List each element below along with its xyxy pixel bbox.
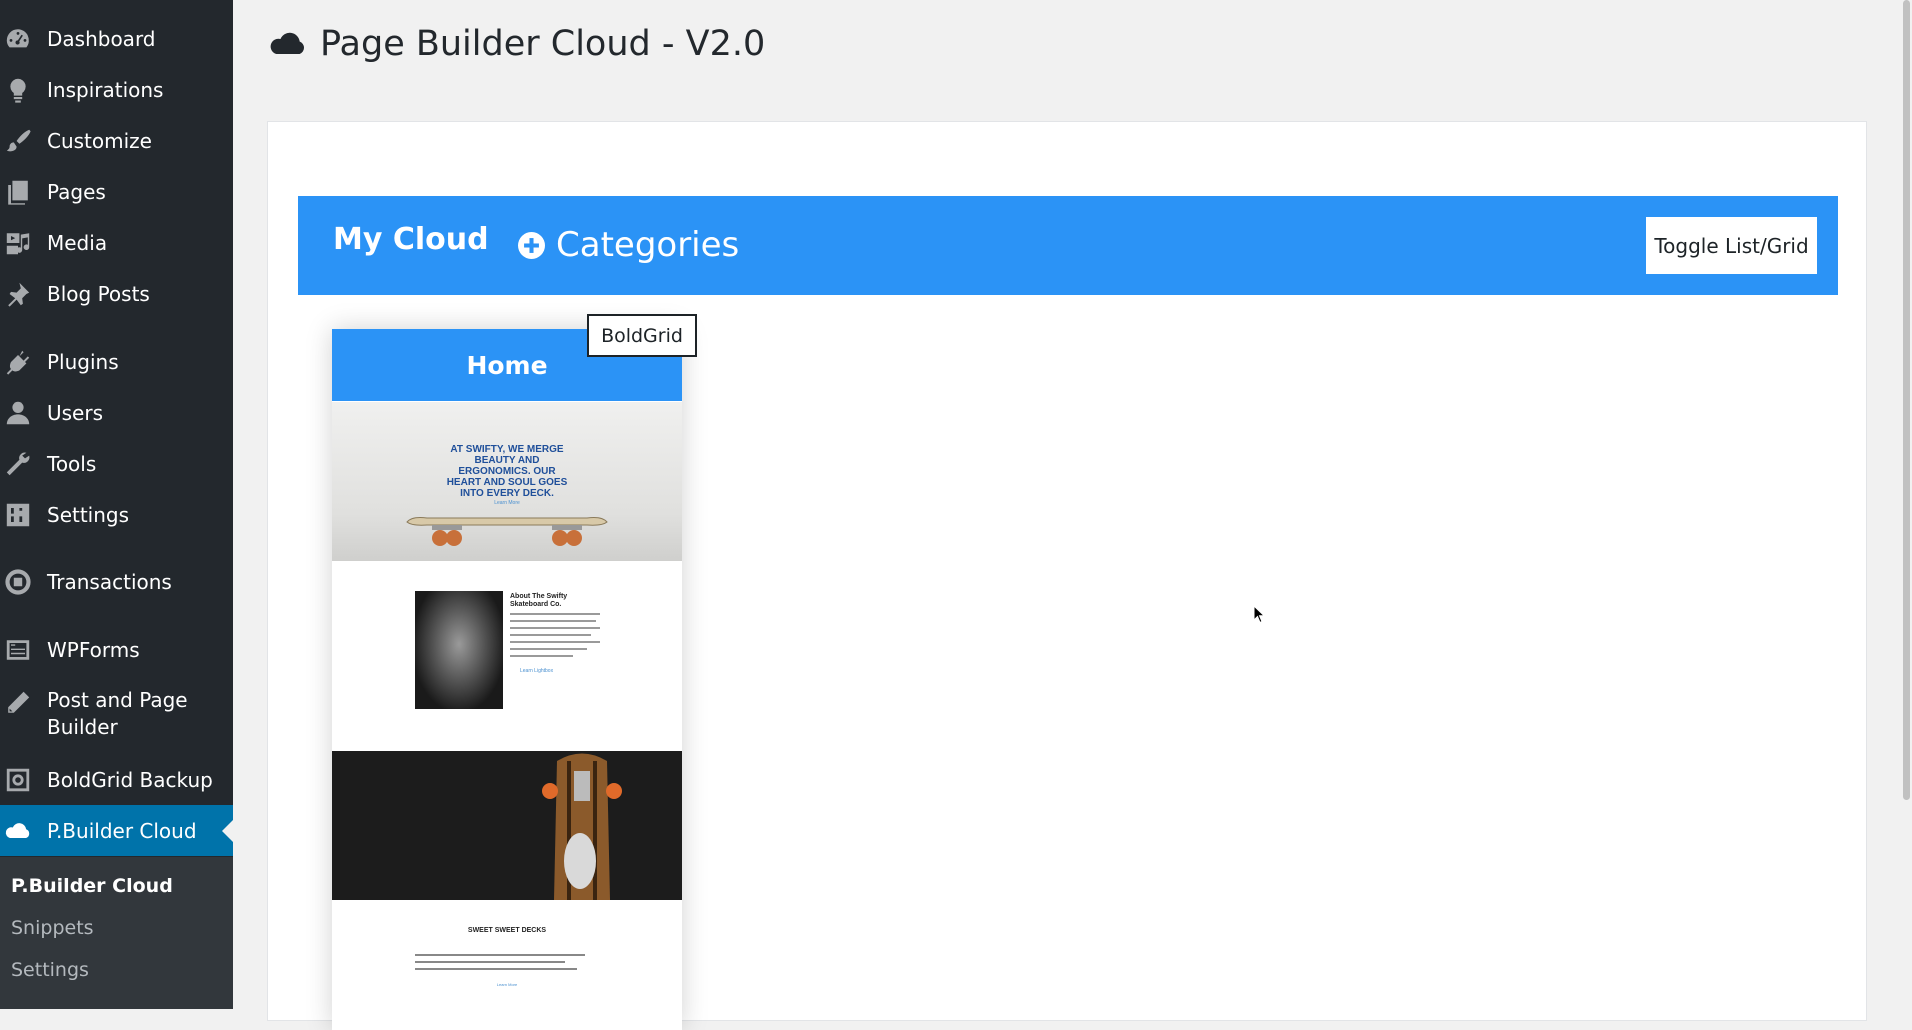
cloud-toolbar: My Cloud Categories Toggle List/Grid <box>298 196 1838 295</box>
sidebar-item-label: Users <box>47 400 104 425</box>
sidebar-item-settings[interactable]: Settings <box>0 489 233 540</box>
categories-label: Categories <box>556 225 740 265</box>
sidebar-item-label: Pages <box>47 179 106 204</box>
sidebar-item-label: Inspirations <box>47 77 164 102</box>
sidebar-item-plugins[interactable]: Plugins <box>0 336 233 387</box>
sidebar-item-tools[interactable]: Tools <box>0 438 233 489</box>
longboard-image <box>542 753 622 900</box>
active-indicator <box>222 819 233 842</box>
sidebar-item-label: Dashboard <box>47 26 156 51</box>
hero-line: ERGONOMICS. OUR <box>458 466 556 477</box>
mouse-cursor-icon <box>1253 605 1266 624</box>
submenu-pbuilder-cloud[interactable]: P.Builder Cloud <box>11 875 173 897</box>
hero-line: BEAUTY AND <box>474 455 540 466</box>
sidebar-item-label: Tools <box>47 451 97 476</box>
sidebar-item-boldgrid-backup[interactable]: BoldGrid Backup <box>0 754 233 805</box>
preview-skateboard-section <box>332 751 682 900</box>
forms-icon <box>2 634 34 666</box>
sidebar-submenu: P.Builder Cloud Snippets Settings <box>0 857 233 1009</box>
sidebar-item-label: Settings <box>47 502 130 527</box>
page-scrollbar[interactable] <box>1900 0 1912 1009</box>
portrait-image <box>415 591 503 709</box>
page-title: Page Builder Cloud - V2.0 <box>268 24 765 64</box>
sidebar-item-label: Transactions <box>47 569 172 594</box>
hero-link: Learn More <box>494 500 520 506</box>
about-heading-line: Skateboard Co. <box>510 601 562 608</box>
my-cloud-link[interactable]: My Cloud <box>333 222 489 257</box>
admin-sidebar: Dashboard Inspirations Customize Pages M… <box>0 0 233 1009</box>
sidebar-item-pages[interactable]: Pages <box>0 166 233 217</box>
settings-icon <box>2 499 34 531</box>
hero-line: INTO EVERY DECK. <box>460 488 554 499</box>
sidebar-item-transactions[interactable]: Transactions <box>0 556 233 607</box>
brush-icon <box>2 125 34 157</box>
dashboard-icon <box>2 23 34 55</box>
sidebar-item-post-page-builder[interactable]: Post and Page Builder <box>0 675 233 753</box>
wrench-icon <box>2 448 34 480</box>
decks-heading: SWEET SWEET DECKS <box>467 927 547 934</box>
submenu-settings[interactable]: Settings <box>11 959 89 981</box>
sidebar-item-label: WPForms <box>47 637 140 662</box>
toggle-list-grid-button[interactable]: Toggle List/Grid <box>1646 217 1817 274</box>
sidebar-item-label: Customize <box>47 128 152 153</box>
backup-icon <box>2 764 34 796</box>
sidebar-item-label-line1: Post and Page <box>47 688 188 712</box>
scrollbar-thumb[interactable] <box>1903 0 1910 800</box>
about-link: Learn Lightbox <box>520 668 554 674</box>
pin-icon <box>2 278 34 310</box>
sidebar-item-label: P.Builder Cloud <box>47 818 197 843</box>
pages-icon <box>2 176 34 208</box>
decks-text-lines <box>415 954 585 975</box>
sidebar-item-wpforms[interactable]: WPForms <box>0 624 233 675</box>
categories-toggle[interactable]: Categories <box>518 225 739 265</box>
transactions-icon <box>2 566 34 598</box>
about-heading-line: About The Swifty <box>510 593 568 600</box>
pencil-icon <box>2 687 34 719</box>
hero-line: AT SWIFTY, WE MERGE <box>450 444 564 455</box>
sidebar-item-inspirations[interactable]: Inspirations <box>0 64 233 115</box>
sidebar-item-media[interactable]: Media <box>0 217 233 268</box>
sidebar-item-label: Blog Posts <box>47 281 150 306</box>
users-icon <box>2 397 34 429</box>
sidebar-item-pbuilder-cloud[interactable]: P.Builder Cloud <box>0 805 233 856</box>
hero-line: HEART AND SOUL GOES <box>446 477 568 488</box>
sidebar-item-label: Media <box>47 230 108 255</box>
sidebar-item-customize[interactable]: Customize <box>0 115 233 166</box>
preview-hero-section: AT SWIFTY, WE MERGE BEAUTY AND ERGONOMIC… <box>332 402 682 561</box>
hero-heading: AT SWIFTY, WE MERGE BEAUTY AND ERGONOMIC… <box>332 444 682 499</box>
sidebar-item-users[interactable]: Users <box>0 387 233 438</box>
about-heading: About The Swifty Skateboard Co. <box>510 593 620 609</box>
sidebar-item-blog-posts[interactable]: Blog Posts <box>0 268 233 319</box>
preview-about-section: About The Swifty Skateboard Co. Learn Li… <box>332 561 682 751</box>
about-text-lines <box>510 613 600 662</box>
preview-decks-section: SWEET SWEET DECKS Learn More <box>332 900 682 1030</box>
page-title-text: Page Builder Cloud - V2.0 <box>320 24 766 64</box>
boldgrid-badge: BoldGrid <box>587 314 697 357</box>
sidebar-item-dashboard[interactable]: Dashboard <box>0 13 233 64</box>
plug-icon <box>2 346 34 378</box>
cloud-icon <box>2 815 34 847</box>
lightbulb-icon <box>2 74 34 106</box>
cloud-icon <box>270 32 305 54</box>
template-card[interactable]: Home AT SWIFTY, WE MERGE BEAUTY AND ERGO… <box>332 329 682 1030</box>
plus-circle-icon <box>518 231 545 259</box>
media-icon <box>2 227 34 259</box>
skateboard-image <box>406 517 608 546</box>
sidebar-item-label: Plugins <box>47 349 119 374</box>
decks-link: Learn More <box>496 982 518 987</box>
submenu-snippets[interactable]: Snippets <box>11 917 94 939</box>
sidebar-item-label-line2: Builder <box>47 715 118 739</box>
sidebar-item-label: BoldGrid Backup <box>47 767 213 792</box>
